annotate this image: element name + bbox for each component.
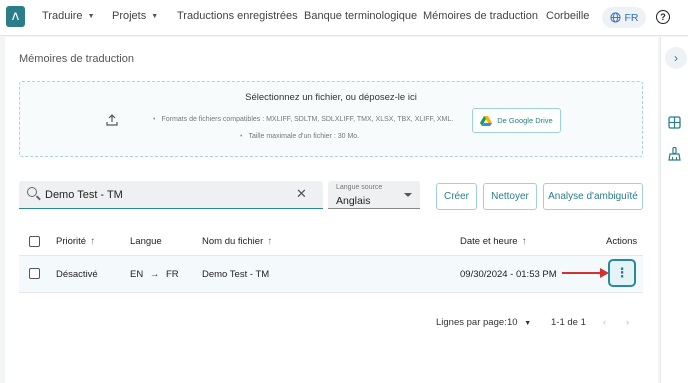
dropzone-formats: • Formats de fichiers compatibles : MXLIF… bbox=[153, 116, 454, 123]
row-language: EN → FR bbox=[130, 269, 179, 280]
ambiguity-analysis-button[interactable]: Analyse d'ambiguïté bbox=[543, 183, 643, 210]
column-actions: Actions bbox=[606, 236, 637, 247]
chevron-right-icon[interactable]: › bbox=[665, 47, 687, 69]
clean-button[interactable]: Nettoyer bbox=[483, 183, 537, 210]
create-button[interactable]: Créer bbox=[436, 183, 477, 210]
row-target-lang: FR bbox=[165, 269, 179, 280]
top-navigation: ʌ Traduire ▼ Projets ▼ Traductions enreg… bbox=[0, 0, 688, 36]
source-language-select[interactable]: Langue source Anglais bbox=[328, 181, 420, 209]
more-actions-icon[interactable]: ⋮ bbox=[608, 259, 636, 287]
globe-icon bbox=[609, 12, 621, 23]
column-actions-label: Actions bbox=[606, 236, 638, 247]
brush-icon[interactable] bbox=[668, 147, 681, 161]
dropzone-max-size-text: Taille maximale d'un fichier : 30 Mo. bbox=[248, 133, 360, 140]
page-title: Mémoires de traduction bbox=[19, 53, 134, 65]
row-source-lang: EN bbox=[130, 269, 144, 280]
nav-saved-translations-label: Traductions enregistrées bbox=[177, 10, 298, 22]
google-drive-label: De Google Drive bbox=[497, 116, 553, 125]
nav-translate[interactable]: Traduire ▼ bbox=[42, 10, 95, 22]
divider bbox=[19, 292, 643, 293]
dropdown-arrow-icon: ▼ bbox=[524, 320, 532, 327]
source-language-label: Langue source bbox=[336, 184, 383, 191]
right-sidebar: › bbox=[660, 37, 688, 383]
row-filename: Demo Test - TM bbox=[202, 269, 270, 280]
sort-arrow-icon: ↑ bbox=[90, 236, 96, 247]
nav-saved-translations[interactable]: Traductions enregistrées bbox=[177, 10, 298, 22]
row-priority: Désactivé bbox=[56, 269, 98, 280]
google-drive-icon bbox=[480, 115, 493, 126]
search-icon bbox=[27, 187, 37, 197]
annotation-arrow bbox=[562, 272, 602, 274]
rows-per-page-label: Lignes par page: bbox=[436, 317, 507, 328]
sort-arrow-icon: ↑ bbox=[267, 236, 273, 247]
next-page-icon[interactable]: › bbox=[626, 317, 629, 328]
app-logo[interactable]: ʌ bbox=[6, 6, 25, 27]
row-checkbox[interactable] bbox=[29, 268, 40, 279]
column-priority[interactable]: Priorité ↑ bbox=[56, 236, 95, 247]
nav-projects-label: Projets bbox=[112, 10, 147, 22]
nav-translate-label: Traduire bbox=[42, 10, 83, 22]
clear-icon[interactable]: ✕ bbox=[296, 186, 307, 202]
previous-page-icon[interactable]: ‹ bbox=[603, 317, 606, 328]
column-priority-label: Priorité bbox=[56, 236, 87, 247]
rows-per-page-select[interactable]: 10 ▼ bbox=[507, 317, 531, 328]
nav-trash[interactable]: Corbeille bbox=[546, 10, 589, 22]
dropzone-max-size: • Taille maximale d'un fichier : 30 Mo. bbox=[240, 133, 360, 140]
column-filename[interactable]: Nom du fichier ↑ bbox=[202, 236, 272, 247]
column-filename-label: Nom du fichier bbox=[202, 236, 264, 247]
grid-add-icon[interactable] bbox=[668, 116, 681, 129]
pagination-range: 1-1 de 1 bbox=[551, 317, 586, 328]
arrow-right-icon: → bbox=[149, 269, 160, 280]
column-datetime-label: Date et heure bbox=[460, 236, 518, 247]
help-icon[interactable]: ? bbox=[656, 10, 670, 24]
search-input[interactable]: Demo Test - TM ✕ bbox=[19, 181, 323, 209]
chevron-down-icon: ▼ bbox=[151, 12, 159, 20]
search-value: Demo Test - TM bbox=[45, 189, 123, 201]
language-switcher[interactable]: FR bbox=[602, 7, 646, 28]
dropzone-title: Sélectionnez un fichier, ou déposez-le i… bbox=[245, 92, 417, 103]
nav-translation-memories[interactable]: Mémoires de traduction bbox=[423, 10, 538, 22]
row-datetime: 09/30/2024 - 01:53 PM bbox=[460, 269, 557, 280]
dropdown-arrow-icon bbox=[404, 193, 412, 197]
google-drive-button[interactable]: De Google Drive bbox=[472, 108, 561, 133]
dropzone-formats-text: Formats de fichiers compatibles : MXLIFF… bbox=[161, 116, 454, 123]
nav-trash-label: Corbeille bbox=[546, 10, 590, 22]
chevron-down-icon: ▼ bbox=[87, 12, 95, 20]
select-all-checkbox[interactable] bbox=[29, 236, 40, 247]
upload-icon bbox=[106, 114, 118, 126]
main-panel: Mémoires de traduction Sélectionnez un f… bbox=[5, 37, 658, 383]
nav-projects[interactable]: Projets ▼ bbox=[112, 10, 158, 22]
column-datetime[interactable]: Date et heure ↑ bbox=[460, 236, 527, 247]
file-dropzone[interactable]: Sélectionnez un fichier, ou déposez-le i… bbox=[19, 81, 643, 157]
rows-per-page-value: 10 bbox=[507, 317, 518, 328]
nav-translation-memories-label: Mémoires de traduction bbox=[423, 10, 538, 22]
language-code: FR bbox=[624, 11, 639, 24]
column-language-label: Langue bbox=[130, 236, 162, 247]
nav-term-bank[interactable]: Banque terminologique bbox=[304, 10, 417, 22]
column-language: Langue bbox=[130, 236, 162, 247]
source-language-value: Anglais bbox=[336, 195, 371, 207]
sort-arrow-icon: ↑ bbox=[521, 236, 527, 247]
nav-term-bank-label: Banque terminologique bbox=[304, 10, 418, 22]
